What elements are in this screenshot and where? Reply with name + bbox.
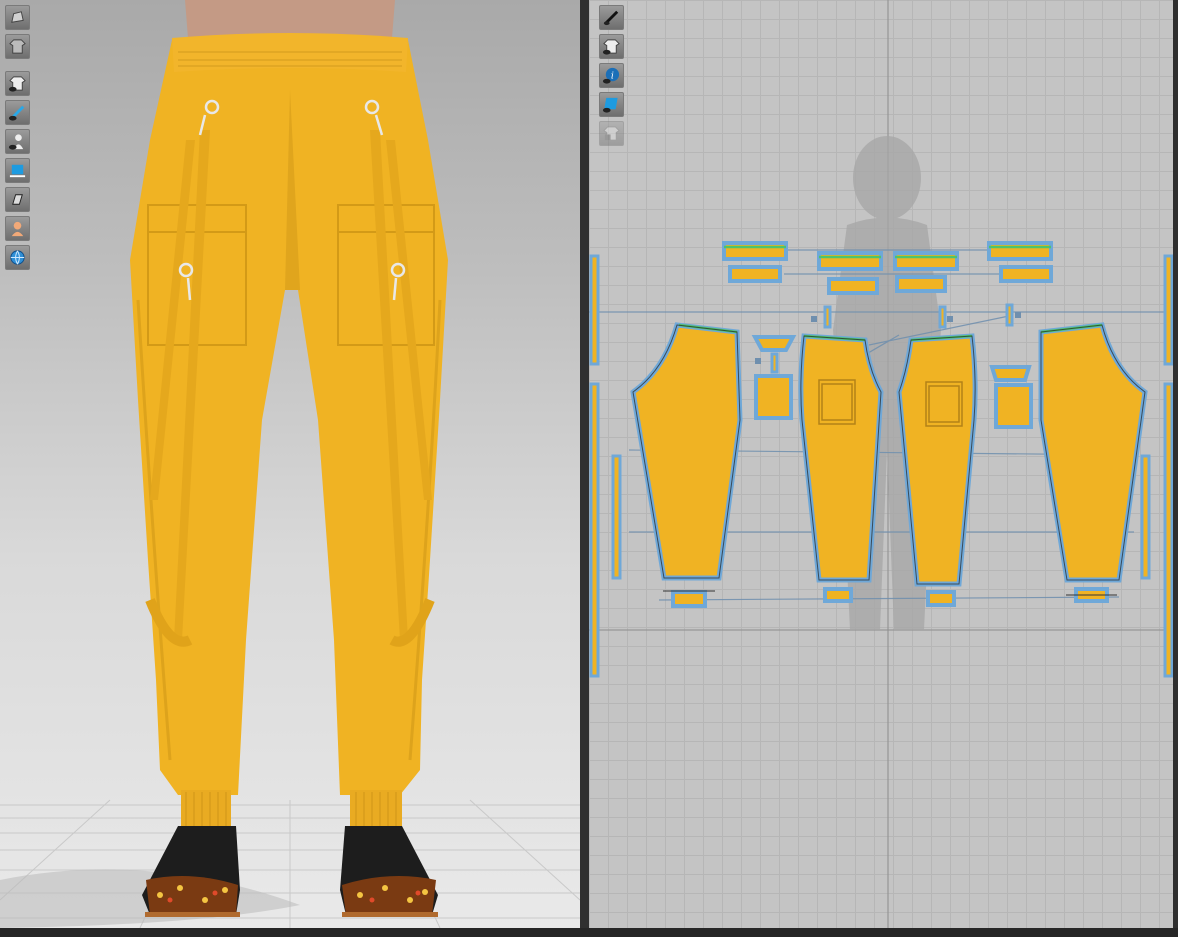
svg-text:i: i (611, 70, 614, 81)
3d-viewport-toolbar (5, 5, 30, 274)
show-2d-garment-button[interactable] (599, 34, 624, 59)
fabric-render-button[interactable] (5, 158, 30, 183)
2d-pattern-viewport[interactable]: i (589, 0, 1173, 928)
info-button[interactable]: i (599, 63, 624, 88)
show-avatar-icon (8, 134, 24, 150)
render-mode-icon (12, 194, 23, 205)
show-garment-edit-button[interactable] (5, 100, 30, 125)
render-mode-button[interactable] (5, 187, 30, 212)
2d-fabric-texture-icon (602, 97, 618, 113)
right-edge (1173, 0, 1178, 937)
show-2d-garment-icon (602, 39, 620, 55)
pants-3d (130, 33, 448, 828)
garment-display-button[interactable] (5, 5, 30, 30)
bottom-bar (0, 928, 1178, 937)
show-garment-icon (8, 76, 26, 92)
environment-globe-icon (10, 250, 25, 265)
cuff-guides (663, 590, 1117, 596)
2d-viewport-toolbar: i (599, 5, 624, 150)
locked-garment-icon (603, 126, 620, 141)
pattern-pen-icon (603, 10, 619, 26)
show-avatar-button[interactable] (5, 129, 30, 154)
garment-display-icon (11, 11, 24, 23)
garment-texture-button[interactable] (5, 34, 30, 59)
pattern-pen-button[interactable] (599, 5, 624, 30)
show-garment-button[interactable] (5, 71, 30, 96)
3d-viewport[interactable] (0, 0, 580, 928)
fabric-render-icon (9, 164, 26, 178)
show-garment-edit-icon (8, 105, 25, 121)
2d-pattern-canvas (589, 0, 1173, 928)
locked-garment-button[interactable] (599, 121, 624, 146)
garment-texture-icon (9, 39, 26, 54)
avatar-skin-button[interactable] (5, 216, 30, 241)
2d-fabric-texture-button[interactable] (599, 92, 624, 117)
avatar-skin-icon (11, 221, 24, 237)
environment-button[interactable] (5, 245, 30, 270)
viewport-divider[interactable] (580, 0, 589, 937)
avatar-torso (185, 0, 395, 38)
3d-scene (0, 0, 580, 928)
info-icon: i (602, 67, 620, 84)
